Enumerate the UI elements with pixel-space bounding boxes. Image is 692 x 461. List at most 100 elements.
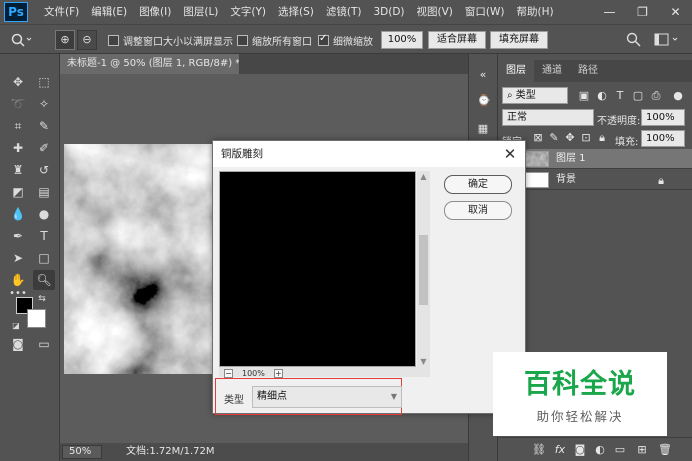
lasso-tool-icon[interactable]: ➰ <box>7 94 29 114</box>
fit-screen-button[interactable]: 适合屏幕 <box>428 31 486 49</box>
menu-file[interactable]: 文件(F) <box>38 0 85 24</box>
lock-all-icon[interactable]: 🔒︎ <box>596 131 608 145</box>
blend-mode-select[interactable]: 正常 <box>502 109 594 126</box>
menu-layer[interactable]: 图层(L) <box>177 0 224 24</box>
menu-edit[interactable]: 编辑(E) <box>85 0 133 24</box>
path-selection-tool-icon[interactable]: ➤ <box>7 248 29 268</box>
healing-brush-tool-icon[interactable]: ✚ <box>7 138 29 158</box>
panel-collapse-icon[interactable]: « <box>477 68 489 81</box>
default-colors-icon[interactable]: ◪ <box>10 316 22 336</box>
workspace-icon[interactable] <box>654 25 682 55</box>
layer-filter-select[interactable]: ⌕ 类型 <box>502 87 568 104</box>
history-panel-icon[interactable]: ⌚ <box>477 94 491 107</box>
window-controls: — ❐ ✕ <box>593 0 692 24</box>
eraser-tool-icon[interactable]: ◩ <box>7 182 29 202</box>
zoom-field[interactable]: 50% <box>62 445 102 459</box>
properties-panel-icon[interactable]: ▦ <box>477 122 489 135</box>
preview-zoom-in-button[interactable]: + <box>273 368 283 378</box>
close-icon[interactable]: ✕ <box>501 144 519 164</box>
fx-icon[interactable]: fx <box>554 443 566 456</box>
pen-tool-icon[interactable]: ✒ <box>7 226 29 246</box>
history-brush-tool-icon[interactable]: ↺ <box>33 160 55 180</box>
type-filter-icon[interactable]: T <box>614 89 626 102</box>
zoom-out-button[interactable]: ⊖ <box>77 30 97 50</box>
scrubby-zoom-option[interactable]: 细微缩放 <box>318 25 373 55</box>
mask-icon[interactable]: ◙ <box>574 443 586 456</box>
brush-tool-icon[interactable]: ✐ <box>33 138 55 158</box>
scroll-down-icon[interactable]: ▼ <box>417 356 430 367</box>
menu-help[interactable]: 帮助(H) <box>511 0 560 24</box>
scroll-thumb[interactable] <box>419 235 428 305</box>
blur-tool-icon[interactable]: 💧 <box>7 204 29 224</box>
document-info[interactable]: 文档:1.72M/1.72M <box>126 445 215 459</box>
scroll-up-icon[interactable]: ▲ <box>417 171 430 182</box>
maximize-button[interactable]: ❐ <box>626 0 659 24</box>
tab-paths[interactable]: 路径 <box>570 60 606 82</box>
layer-row[interactable]: ◉ 背景 🔒︎ <box>498 170 692 190</box>
lock-artboard-icon[interactable]: ⊡ <box>580 131 592 144</box>
pixel-filter-icon[interactable]: ▣ <box>578 89 590 102</box>
lock-position-icon[interactable]: ✥ <box>564 131 576 144</box>
zoom-all-label: 缩放所有窗口 <box>252 36 312 48</box>
zoom-value-button[interactable]: 100% <box>381 31 423 49</box>
lock-transparent-icon[interactable]: ⊠ <box>532 131 544 144</box>
close-button[interactable]: ✕ <box>659 0 692 24</box>
adjustment-filter-icon[interactable]: ◐ <box>596 89 608 102</box>
document-tab[interactable]: 未标题-1 @ 50% (图层 1, RGB/8#) * <box>60 54 240 74</box>
fill-field[interactable]: 100% <box>641 130 685 147</box>
move-tool-icon[interactable]: ✥ <box>7 72 29 92</box>
fill-screen-button[interactable]: 填充屏幕 <box>490 31 548 49</box>
dialog-titlebar[interactable]: 铜版雕刻 ✕ <box>213 141 525 167</box>
search-icon[interactable] <box>626 25 642 55</box>
menu-select[interactable]: 选择(S) <box>272 0 320 24</box>
folder-icon[interactable]: ▭ <box>614 443 626 456</box>
opacity-field[interactable]: 100% <box>641 109 685 126</box>
zoom-all-checkbox[interactable] <box>237 34 248 46</box>
clone-stamp-tool-icon[interactable]: ♜ <box>7 160 29 180</box>
menu-type[interactable]: 文字(Y) <box>224 0 272 24</box>
preview-zoom-out-button[interactable]: − <box>224 368 233 378</box>
shape-filter-icon[interactable]: ▢ <box>632 89 644 102</box>
menu-filter[interactable]: 滤镜(T) <box>320 0 368 24</box>
resize-windows-option[interactable]: 调整窗口大小以满屏显示 <box>108 25 233 55</box>
zoom-all-option[interactable]: 缩放所有窗口 <box>237 25 312 55</box>
crop-tool-icon[interactable]: ⌗ <box>7 116 29 136</box>
eyedropper-tool-icon[interactable]: ✎ <box>33 116 55 136</box>
zoom-tool-preset[interactable] <box>10 25 32 55</box>
marquee-tool-icon[interactable]: ⬚ <box>33 72 55 92</box>
document-canvas[interactable] <box>64 144 221 374</box>
scrubby-zoom-checkbox[interactable] <box>318 33 329 46</box>
filter-toggle-icon[interactable]: ● <box>672 89 684 102</box>
magic-wand-tool-icon[interactable]: ✧ <box>33 94 55 114</box>
tab-layers[interactable]: 图层 <box>498 60 534 82</box>
tab-channels[interactable]: 通道 <box>534 60 570 82</box>
dodge-tool-icon[interactable]: ● <box>33 204 55 224</box>
preview-vertical-scrollbar[interactable]: ▲ ▼ <box>417 171 430 367</box>
trash-icon[interactable]: 🗑︎ <box>658 443 672 456</box>
filter-preview[interactable] <box>219 171 416 367</box>
lock-image-icon[interactable]: ✎ <box>548 131 560 144</box>
adjustment-icon[interactable]: ◐ <box>594 443 606 456</box>
background-color-swatch[interactable] <box>27 309 46 328</box>
smart-object-filter-icon[interactable]: ⎙ <box>650 89 662 103</box>
gradient-tool-icon[interactable]: ▤ <box>33 182 55 202</box>
zoom-in-button[interactable]: ⊕ <box>55 30 75 50</box>
menu-view[interactable]: 视图(V) <box>411 0 459 24</box>
screen-mode-icon[interactable]: ▭ <box>33 334 55 354</box>
new-layer-icon[interactable]: ⊞ <box>636 443 648 456</box>
quick-mask-icon[interactable]: ◙ <box>7 334 29 354</box>
link-icon[interactable]: ⛓ <box>532 443 546 456</box>
menu-3d[interactable]: 3D(D) <box>367 0 410 24</box>
swap-colors-icon[interactable]: ⇆ <box>36 289 48 309</box>
menu-image[interactable]: 图像(I) <box>133 0 177 24</box>
shape-tool-icon[interactable]: □ <box>33 248 55 268</box>
minimize-button[interactable]: — <box>593 0 626 24</box>
layer-row[interactable]: ◉ 图层 1 <box>498 149 692 169</box>
cancel-button[interactable]: 取消 <box>444 201 512 220</box>
zoom-tool-icon[interactable]: 🔍︎ <box>33 270 55 290</box>
menu-window[interactable]: 窗口(W) <box>459 0 511 24</box>
ok-button[interactable]: 确定 <box>444 175 512 194</box>
type-select[interactable]: 精细点 ▼ <box>252 386 402 408</box>
resize-windows-checkbox[interactable] <box>108 34 119 46</box>
type-tool-icon[interactable]: T <box>33 226 55 246</box>
